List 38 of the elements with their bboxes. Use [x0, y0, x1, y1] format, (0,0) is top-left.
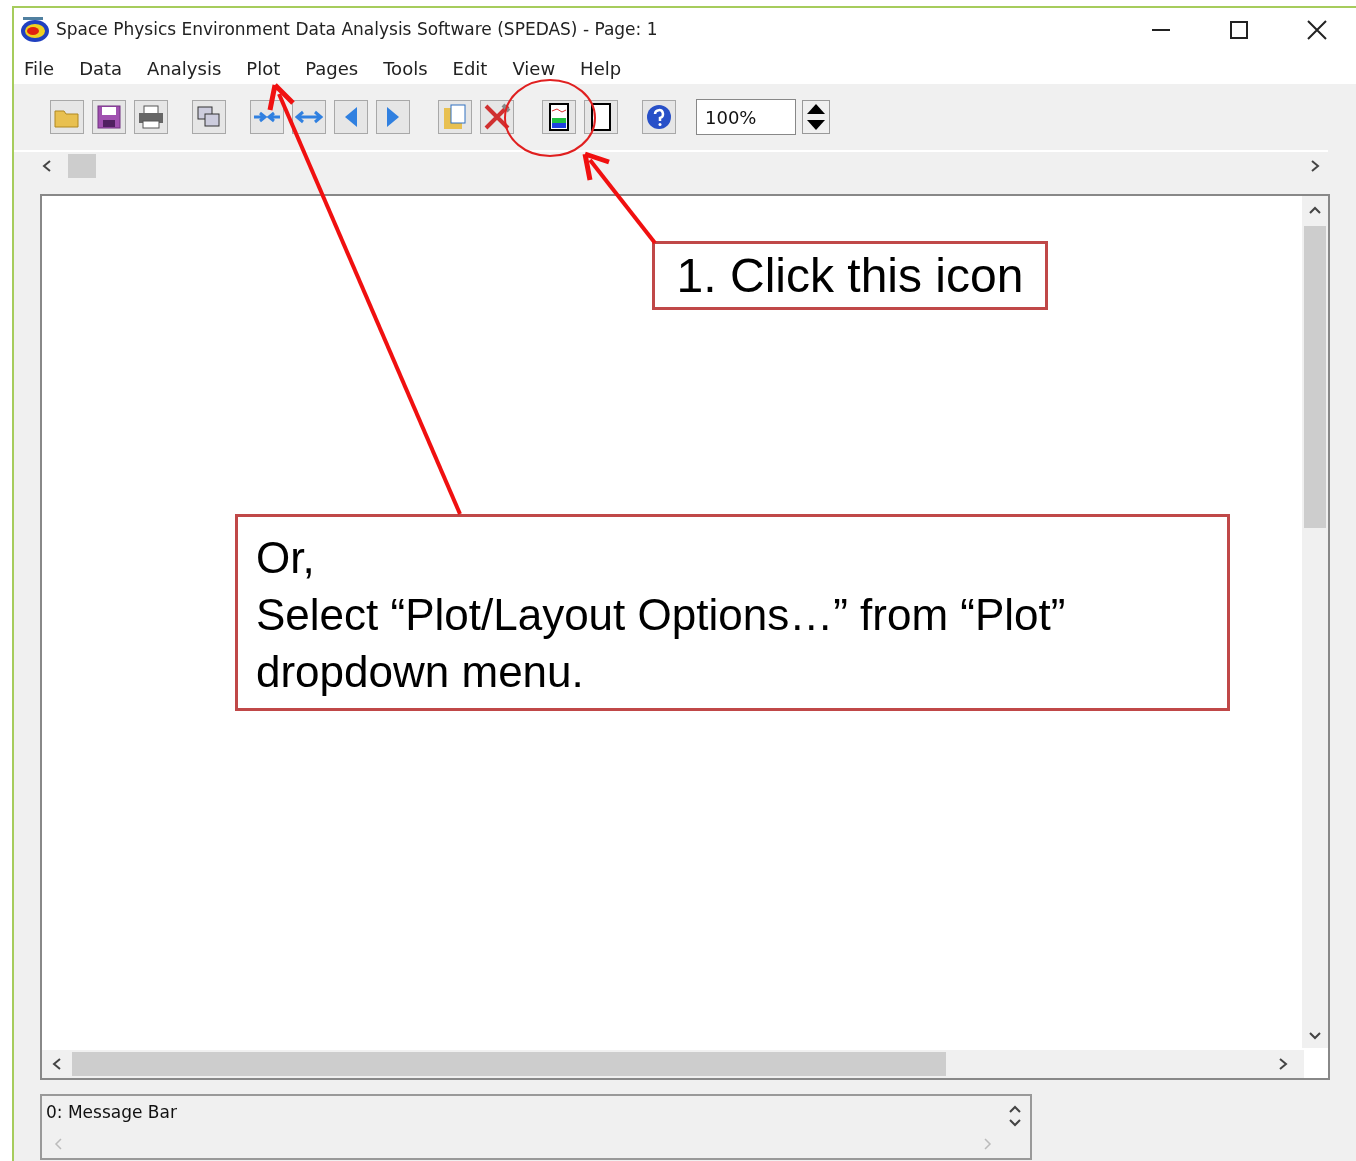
scroll-down-icon[interactable] — [1309, 1032, 1321, 1040]
zoom-field[interactable]: 100% — [696, 99, 796, 135]
windows-icon[interactable] — [192, 100, 226, 134]
message-text: 0: Message Bar — [46, 1101, 177, 1124]
scroll-thumb[interactable] — [68, 154, 96, 178]
printer-icon[interactable] — [134, 100, 168, 134]
app-logo-icon — [20, 16, 50, 44]
next-icon[interactable] — [376, 100, 410, 134]
page-icon[interactable] — [584, 100, 618, 134]
spinner-icon[interactable] — [1008, 1104, 1022, 1128]
scroll-right-icon[interactable] — [1278, 1057, 1288, 1071]
instruction-note: Or, Select “Plot/Layout Options…” from “Plot” dropdown menu. — [235, 514, 1230, 711]
scroll-left-icon[interactable] — [52, 1057, 62, 1071]
previous-icon[interactable] — [334, 100, 368, 134]
help-icon[interactable] — [642, 100, 676, 134]
menu-item[interactable]: Edit — [452, 54, 488, 82]
scroll-right-icon[interactable] — [1310, 159, 1320, 173]
scroll-up-icon[interactable] — [1309, 206, 1321, 214]
scroll-thumb[interactable] — [72, 1052, 946, 1076]
menu-item[interactable]: File — [24, 54, 55, 82]
menu-item[interactable]: Tools — [383, 54, 428, 82]
window-title: Space Physics Environment Data Analysis Software (SPEDAS) - Page: 1 — [56, 18, 658, 42]
menu-item[interactable]: Analysis — [147, 54, 222, 82]
zoom-spinner[interactable] — [802, 100, 830, 134]
menu-item[interactable]: Data — [79, 54, 123, 82]
scroll-thumb[interactable] — [1304, 226, 1326, 528]
callout-label: 1. Click this icon — [652, 241, 1048, 310]
menu-item[interactable]: Plot — [246, 54, 281, 82]
folder-documents-icon[interactable] — [438, 100, 472, 134]
menu-item[interactable]: Pages — [305, 54, 359, 82]
scroll-left-icon[interactable] — [42, 159, 52, 173]
menu-item[interactable]: Help — [580, 54, 622, 82]
arrows-outward-icon[interactable] — [292, 100, 326, 134]
menu-item[interactable]: View — [512, 54, 556, 82]
arrows-inward-icon[interactable] — [250, 100, 284, 134]
save-icon[interactable] — [92, 100, 126, 134]
plot-options-icon[interactable] — [542, 100, 576, 134]
tools-icon[interactable] — [480, 100, 514, 134]
